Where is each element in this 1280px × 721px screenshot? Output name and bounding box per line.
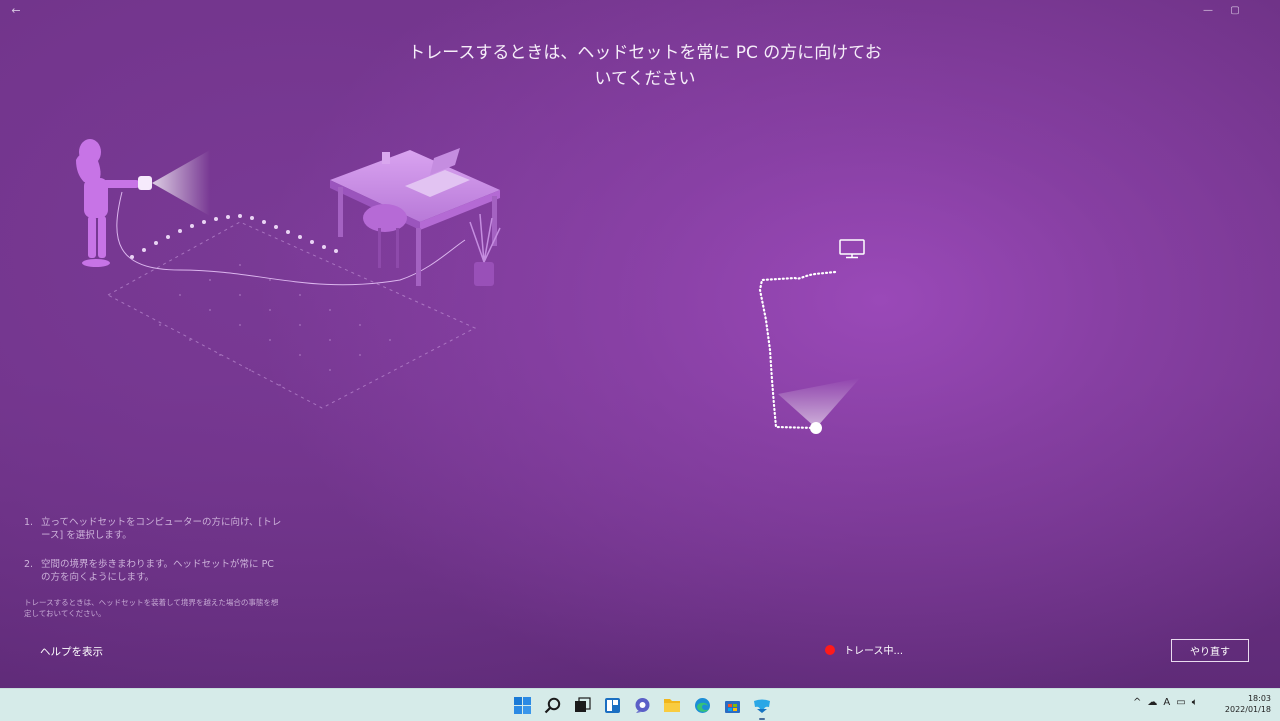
room-setup-illustration	[76, 139, 501, 409]
title-bar: ← — ▢	[0, 0, 1280, 22]
page-title: トレースするときは、ヘッドセットを常に PC の方に向けておいてください	[408, 43, 882, 89]
instructions: 1. 立ってヘッドセットをコンピューターの方に向け、[トレース] を選択します。…	[24, 516, 284, 619]
instruction-note: トレースするときは、ヘッドセットを装着して境界を越えた場合の事態を想定しておいて…	[24, 598, 279, 618]
widgets-icon[interactable]	[602, 695, 622, 715]
person-figure	[76, 139, 140, 267]
instruction-step: 1. 立ってヘッドセットをコンピューターの方に向け、[トレース] を選択します。	[24, 517, 282, 541]
mixed-reality-boundary-setup-window: ← — ▢ トレースするときは、ヘッドセットを常に PC の方に向けておいてくだ…	[0, 0, 1280, 688]
maximize-icon[interactable]: ▢	[1226, 3, 1244, 19]
mixed-reality-portal-icon[interactable]	[752, 695, 772, 720]
taskbar: ^ ☁ A ▭ 🔈︎ 18:03 2022/01/18	[0, 688, 1280, 721]
system-tray: ^ ☁ A ▭ 🔈︎	[1133, 697, 1198, 708]
chair	[363, 204, 407, 268]
volume-icon[interactable]: 🔈︎	[1192, 697, 1198, 708]
network-icon[interactable]: ▭	[1176, 697, 1185, 708]
taskbar-apps	[512, 695, 772, 720]
task-view-icon[interactable]	[572, 695, 592, 715]
recording-dot-icon	[825, 644, 835, 655]
start-icon[interactable]	[512, 695, 532, 715]
help-link[interactable]: ヘルプを表示	[40, 644, 103, 659]
pc-icon	[839, 239, 865, 259]
tracing-status: トレース中...	[825, 642, 903, 657]
headset-direction-beam	[778, 378, 860, 428]
headset-device	[138, 176, 152, 190]
clock[interactable]: 18:03 2022/01/18	[1225, 693, 1271, 715]
trace-path-view	[758, 239, 865, 434]
chat-icon[interactable]	[632, 695, 652, 715]
show-hidden-icons-chevron-icon[interactable]: ^	[1133, 697, 1141, 708]
ime-mode-icon[interactable]: A	[1163, 697, 1170, 708]
store-icon[interactable]	[722, 695, 742, 715]
headset-beam	[152, 150, 210, 216]
search-icon[interactable]	[542, 695, 562, 715]
minimize-icon[interactable]: —	[1199, 3, 1217, 19]
edge-icon[interactable]	[692, 695, 712, 715]
back-arrow-icon[interactable]: ←	[8, 3, 24, 19]
onedrive-cloud-icon[interactable]: ☁	[1147, 697, 1157, 708]
floor-grid-points	[159, 264, 391, 386]
headset-position-dot	[810, 422, 822, 434]
retry-button[interactable]: やり直す	[1171, 639, 1249, 662]
instruction-step: 2. 空間の境界を歩きまわります。ヘッドセットが常に PC の方を向くようにしま…	[24, 559, 274, 583]
file-explorer-icon[interactable]	[662, 695, 682, 715]
